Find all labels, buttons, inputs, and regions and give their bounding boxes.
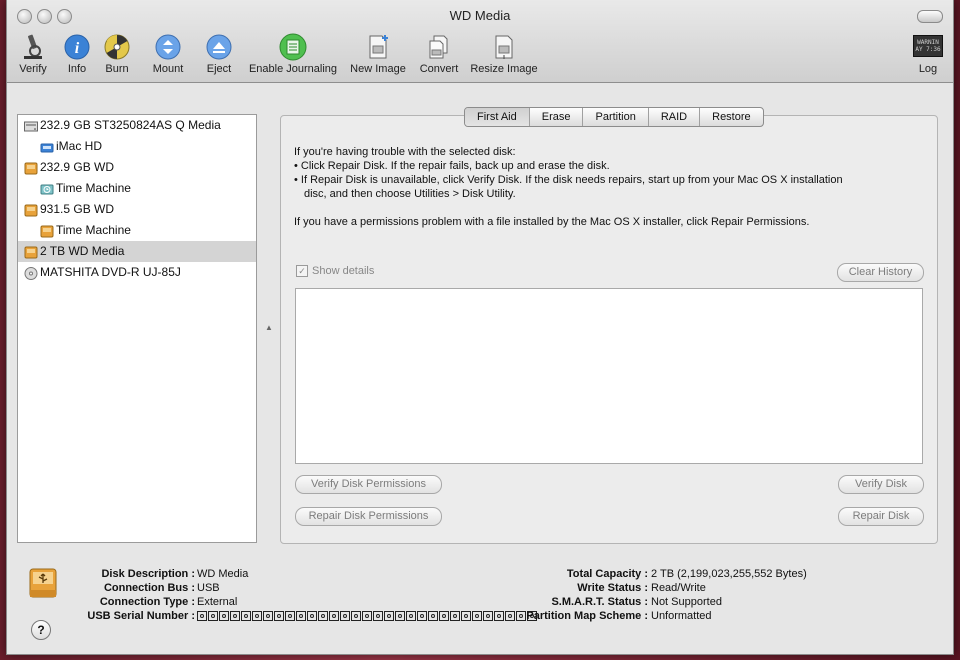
usb-drive-icon bbox=[27, 566, 59, 603]
resize-image-icon bbox=[490, 33, 518, 61]
convert-button[interactable]: Convert bbox=[416, 33, 462, 75]
write-status-value: Read/Write bbox=[651, 582, 706, 594]
disk-list-item[interactable]: iMac HD bbox=[18, 136, 256, 157]
mount-icon bbox=[154, 33, 182, 61]
mount-button[interactable]: Mount bbox=[148, 33, 188, 75]
svg-text:i: i bbox=[75, 40, 80, 57]
smart-status-value: Not Supported bbox=[651, 596, 722, 608]
repair-disk-button[interactable]: Repair Disk bbox=[838, 507, 924, 526]
write-status-key: Write Status : bbox=[577, 582, 648, 594]
checkmark-icon: ✓ bbox=[296, 265, 308, 277]
disk-list-item[interactable]: MATSHITA DVD-R UJ-85J bbox=[18, 262, 256, 283]
repair-disk-permissions-button[interactable]: Repair Disk Permissions bbox=[295, 507, 442, 526]
connection-type-value: External bbox=[197, 596, 238, 608]
disk-list-item[interactable]: 232.9 GB WD bbox=[18, 157, 256, 178]
disk-list-item[interactable]: Time Machine bbox=[18, 178, 256, 199]
connection-bus-value: USB bbox=[197, 582, 220, 594]
verify-button[interactable]: Verify bbox=[15, 33, 51, 75]
tab-bar: First Aid Erase Partition RAID Restore bbox=[464, 107, 764, 127]
toolbar-toggle-button[interactable] bbox=[917, 10, 943, 23]
disk-description-value: WD Media bbox=[197, 568, 249, 580]
external-drive-icon bbox=[24, 203, 38, 217]
show-details-checkbox[interactable]: ✓ Show details bbox=[296, 265, 374, 277]
first-aid-permissions-text: If you have a permissions problem with a… bbox=[294, 216, 810, 228]
first-aid-bullet-1: • Click Repair Disk. If the repair fails… bbox=[294, 160, 610, 172]
tab-first-aid[interactable]: First Aid bbox=[465, 108, 529, 126]
log-button[interactable]: WARNIN AY 7:36 Log bbox=[912, 33, 944, 75]
partition-map-scheme-key: Partition Map Scheme : bbox=[526, 610, 648, 622]
main-content: 232.9 GB ST3250824AS Q Media iMac HD 232… bbox=[7, 83, 953, 654]
log-icon-text: WARNIN AY 7:36 bbox=[913, 35, 943, 57]
disk-list-item[interactable]: Time Machine bbox=[18, 220, 256, 241]
disk-info-area: Disk Description : WD Media Connection B… bbox=[7, 559, 953, 654]
show-details-label: Show details bbox=[312, 265, 375, 277]
new-image-button[interactable]: New Image bbox=[347, 33, 409, 75]
tab-restore[interactable]: Restore bbox=[699, 108, 763, 126]
internal-drive-icon bbox=[24, 119, 38, 132]
clear-history-button[interactable]: Clear History bbox=[837, 263, 924, 282]
microscope-icon bbox=[19, 33, 47, 61]
usb-serial-number-key: USB Serial Number : bbox=[87, 610, 195, 622]
first-aid-bullet-2b: disc, and then choose Utilities > Disk U… bbox=[304, 188, 516, 200]
disk-list-item[interactable]: 931.5 GB WD bbox=[18, 199, 256, 220]
eject-button[interactable]: Eject bbox=[202, 33, 236, 75]
volume-icon bbox=[40, 140, 54, 153]
external-drive-icon bbox=[40, 224, 54, 238]
first-aid-bullet-2a: • If Repair Disk is unavailable, click V… bbox=[294, 174, 843, 186]
verify-disk-button[interactable]: Verify Disk bbox=[838, 475, 924, 494]
split-view-handle-icon[interactable]: ▲ bbox=[265, 323, 273, 332]
tab-partition[interactable]: Partition bbox=[582, 108, 647, 126]
toolbar: WD Media Verify i Info Burn Mount Eject … bbox=[7, 0, 953, 83]
verify-disk-permissions-button[interactable]: Verify Disk Permissions bbox=[295, 475, 442, 494]
tab-raid[interactable]: RAID bbox=[647, 108, 699, 126]
info-icon: i bbox=[63, 33, 91, 61]
disk-list-item[interactable]: 232.9 GB ST3250824AS Q Media bbox=[18, 115, 256, 136]
details-log-area[interactable] bbox=[295, 288, 923, 464]
info-button[interactable]: i Info bbox=[62, 33, 92, 75]
disk-description-key: Disk Description : bbox=[101, 568, 195, 580]
journaling-icon bbox=[279, 33, 307, 61]
usb-serial-number-value bbox=[197, 610, 538, 622]
external-drive-icon bbox=[24, 245, 38, 259]
optical-drive-icon bbox=[24, 266, 38, 280]
first-aid-instructions: If you're having trouble with the select… bbox=[294, 145, 924, 229]
connection-type-key: Connection Type : bbox=[99, 596, 195, 608]
disk-list[interactable]: 232.9 GB ST3250824AS Q Media iMac HD 232… bbox=[17, 114, 257, 543]
help-button[interactable]: ? bbox=[31, 620, 51, 640]
external-drive-icon bbox=[24, 161, 38, 175]
total-capacity-value: 2 TB (2,199,023,255,552 Bytes) bbox=[651, 568, 807, 580]
total-capacity-key: Total Capacity : bbox=[566, 568, 648, 580]
convert-icon bbox=[425, 33, 453, 61]
burn-icon bbox=[103, 33, 131, 61]
burn-button[interactable]: Burn bbox=[101, 33, 133, 75]
partition-map-scheme-value: Unformatted bbox=[651, 610, 712, 622]
enable-journaling-button[interactable]: Enable Journaling bbox=[245, 33, 341, 75]
time-machine-volume-icon bbox=[40, 182, 54, 195]
log-icon: WARNIN AY 7:36 bbox=[913, 35, 943, 61]
resize-image-button[interactable]: Resize Image bbox=[468, 33, 540, 75]
disk-utility-window: WD Media Verify i Info Burn Mount Eject … bbox=[6, 0, 954, 655]
eject-icon bbox=[205, 33, 233, 61]
window-title: WD Media bbox=[449, 8, 511, 23]
connection-bus-key: Connection Bus : bbox=[103, 582, 195, 594]
smart-status-key: S.M.A.R.T. Status : bbox=[551, 596, 648, 608]
tab-erase[interactable]: Erase bbox=[528, 108, 583, 126]
new-image-icon bbox=[364, 33, 392, 61]
disk-list-item-selected[interactable]: 2 TB WD Media bbox=[18, 241, 256, 262]
first-aid-intro: If you're having trouble with the select… bbox=[294, 146, 516, 158]
